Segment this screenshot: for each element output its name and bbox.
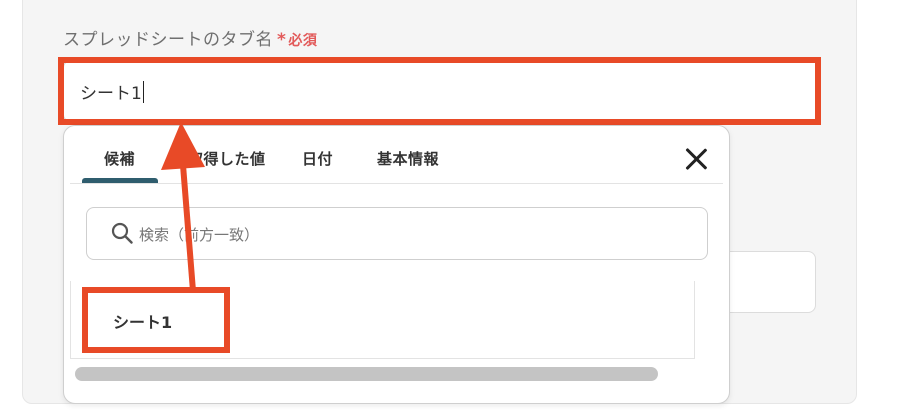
search-input[interactable]: 検索（前方一致） (86, 207, 708, 260)
search-placeholder: 検索（前方一致） (139, 226, 260, 244)
horizontal-scrollbar[interactable] (75, 367, 658, 381)
text-caret (142, 81, 144, 103)
list-item[interactable]: シート1 (113, 309, 172, 333)
suggestion-list: シート1 (70, 281, 695, 359)
tab-name-input-value: シート1 (80, 84, 142, 104)
suggestion-dropdown: 候補 取得した値 日付 基本情報 検索（前方一致） シート1 (63, 125, 730, 404)
search-icon (111, 222, 133, 244)
field-label-text: スプレッドシートのタブ名 (63, 30, 273, 50)
required-text: 必須 (288, 33, 318, 49)
field-label: スプレッドシートのタブ名 * 必須 (63, 25, 317, 50)
tab-basic-info[interactable]: 基本情報 (377, 148, 439, 169)
tab-date[interactable]: 日付 (302, 148, 333, 169)
required-mark: * (277, 30, 287, 50)
close-icon[interactable] (683, 146, 709, 172)
tab-candidates[interactable]: 候補 (104, 148, 135, 169)
tab-acquired-values[interactable]: 取得した値 (188, 148, 266, 169)
tab-name-input[interactable]: シート1 (63, 61, 818, 121)
tab-divider (70, 183, 723, 184)
